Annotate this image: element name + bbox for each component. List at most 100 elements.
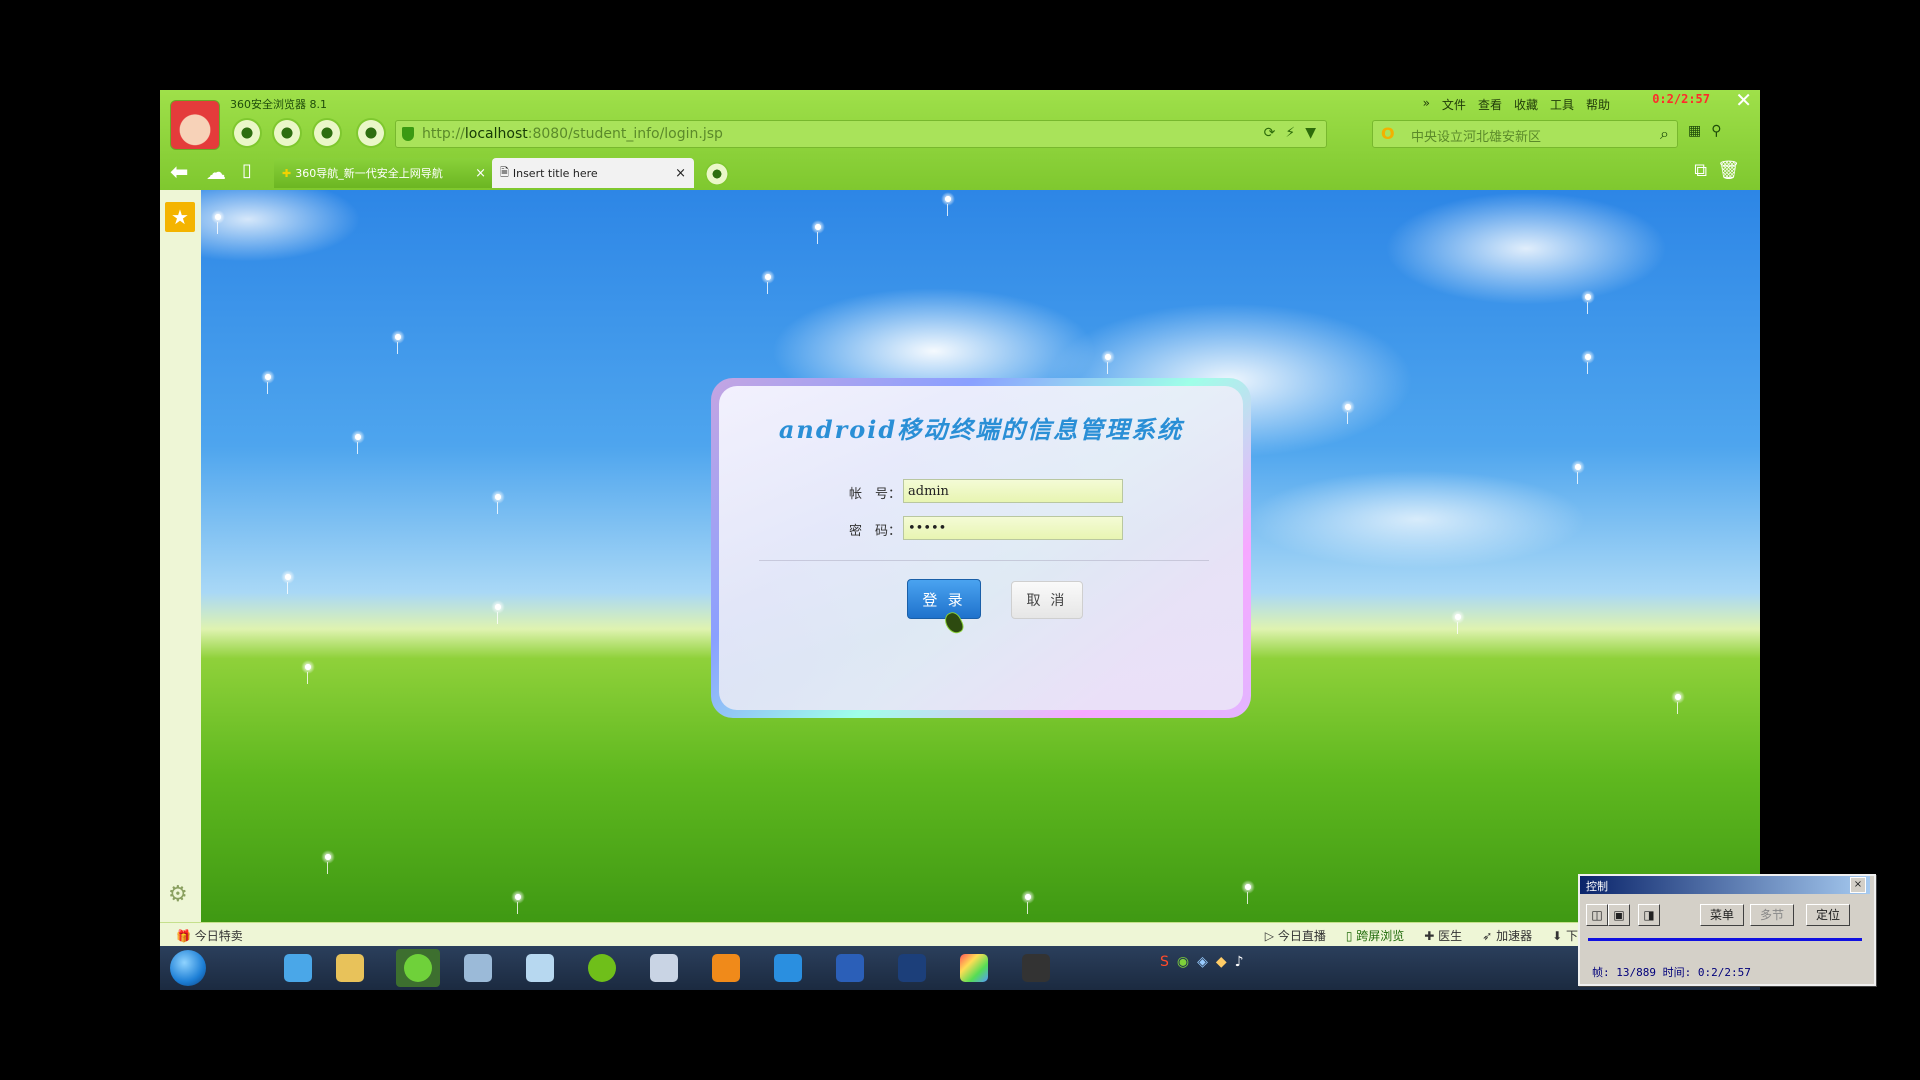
url-text[interactable]: http://localhost:8080/student_info/login… xyxy=(422,126,723,142)
user-avatar[interactable] xyxy=(170,100,220,150)
dandelion-seed xyxy=(1571,460,1585,484)
status-doctor-link[interactable]: ✚ 医生 xyxy=(1424,927,1462,944)
favorites-star-icon[interactable]: ★ xyxy=(165,202,195,232)
trash-icon[interactable]: 🗑 xyxy=(1717,160,1740,181)
cloud-icon[interactable]: ☁ xyxy=(206,160,226,184)
rocket-icon: ➶ xyxy=(1482,929,1493,943)
login-button[interactable]: 登 录 xyxy=(907,579,981,619)
prev-frame-button[interactable]: ◫ xyxy=(1586,904,1608,926)
dandelion-seed xyxy=(1581,290,1595,314)
tab-close-icon[interactable]: × xyxy=(675,166,686,181)
dropdown-arrow-icon[interactable]: ▼ xyxy=(1305,125,1316,141)
tab-row: ⬅ ☁ ▯ ✚ 360导航_新一代安全上网导航 × 🗎 Insert title… xyxy=(160,154,1760,190)
menu-favorites[interactable]: 收藏 xyxy=(1514,96,1538,113)
taskbar-app[interactable] xyxy=(890,949,934,987)
dandelion-seed xyxy=(351,430,365,454)
taskbar-app[interactable] xyxy=(580,949,624,987)
dandelion-seed xyxy=(1101,350,1115,374)
cancel-button[interactable]: 取 消 xyxy=(1011,581,1083,619)
gear-icon[interactable]: ⚙ xyxy=(168,882,188,907)
recorder-section-button[interactable]: 多节 xyxy=(1750,904,1794,926)
restore-tab-icon[interactable]: ⧉ xyxy=(1694,160,1707,181)
status-bar: 🎁 今日特卖 ▷ 今日直播 ▯ 跨屏浏览 ✚ 医生 ➶ 加速器 ⬇ 下载 xyxy=(160,922,1760,947)
taskbar-app[interactable] xyxy=(766,949,810,987)
taskbar-outlook[interactable] xyxy=(704,949,748,987)
taskbar-browser[interactable] xyxy=(396,949,440,987)
recorder-locate-button[interactable]: 定位 xyxy=(1806,904,1850,926)
taskbar-explorer[interactable] xyxy=(328,949,372,987)
taskbar-word[interactable] xyxy=(828,949,872,987)
recorder-timeline[interactable] xyxy=(1588,938,1862,941)
taskbar-app[interactable] xyxy=(642,949,686,987)
apps-grid-icon[interactable]: ▦ xyxy=(1688,123,1701,139)
dandelion-seed xyxy=(811,220,825,244)
skin-flower-icon[interactable] xyxy=(232,118,262,148)
menu-bar: » 文件 查看 收藏 工具 帮助 xyxy=(1423,96,1610,113)
toolbar-icons: ▦ ⚲ xyxy=(1688,123,1722,139)
skin-flower-icon[interactable] xyxy=(272,118,302,148)
taskbar-app[interactable] xyxy=(276,949,320,987)
back-arrow-icon[interactable]: ⬅ xyxy=(170,160,188,185)
menu-view[interactable]: 查看 xyxy=(1478,96,1502,113)
browser-titlebar: 360安全浏览器 8.1 » 文件 查看 收藏 工具 帮助 0:2/2:57 ✕… xyxy=(160,88,1760,190)
window-close-button[interactable]: ✕ xyxy=(1735,88,1752,112)
status-cross-screen-link[interactable]: ▯ 跨屏浏览 xyxy=(1346,927,1404,944)
phone-icon[interactable]: ▯ xyxy=(242,160,252,181)
daily-deals-link[interactable]: 🎁 今日特卖 xyxy=(176,927,243,944)
recorder-menu-button[interactable]: 菜单 xyxy=(1700,904,1744,926)
dandelion-seed xyxy=(511,890,525,914)
magnifier-tool-icon[interactable]: ⚲ xyxy=(1711,123,1721,139)
username-input[interactable] xyxy=(903,479,1123,503)
taskbar-app[interactable] xyxy=(456,949,500,987)
daily-deals-label: 今日特卖 xyxy=(194,929,243,943)
network-icon[interactable]: ◉ xyxy=(1177,954,1189,970)
menu-help[interactable]: 帮助 xyxy=(1586,96,1610,113)
tab-label: Insert title here xyxy=(512,166,598,180)
tab-360-nav[interactable]: ✚ 360导航_新一代安全上网导航 × xyxy=(274,158,494,188)
play-icon: ▷ xyxy=(1264,929,1274,943)
search-input[interactable]: 中央设立河北雄安新区 xyxy=(1411,126,1541,145)
menu-tools[interactable]: 工具 xyxy=(1550,96,1574,113)
search-box[interactable]: O 中央设立河北雄安新区 ⌕ xyxy=(1372,120,1678,148)
speed-mode-icon[interactable]: ⚡ xyxy=(1285,125,1295,141)
tray-icon[interactable]: ◆ xyxy=(1216,954,1227,970)
dandelion-seed xyxy=(321,850,335,874)
start-button[interactable] xyxy=(170,950,206,986)
recorder-titlebar: 控制 × xyxy=(1580,876,1870,894)
volume-icon[interactable]: ♪ xyxy=(1235,954,1244,970)
tray-icon[interactable]: ◈ xyxy=(1197,954,1208,970)
recorder-control-panel: 控制 × ◫ ▣ ◨ 菜单 多节 定位 帧: 13/889 时间: 0:2/2:… xyxy=(1578,874,1876,986)
stop-button[interactable]: ▣ xyxy=(1608,904,1630,926)
search-icon[interactable]: ⌕ xyxy=(1660,124,1669,144)
status-accelerator-link[interactable]: ➶ 加速器 xyxy=(1482,927,1532,944)
tab-insert-title[interactable]: 🗎 Insert title here × xyxy=(492,158,694,188)
gift-icon: 🎁 xyxy=(176,929,191,943)
new-tab-button[interactable] xyxy=(705,162,729,186)
username-label: 帐 号： xyxy=(849,487,902,502)
recorder-close-button[interactable]: × xyxy=(1850,877,1866,893)
tab-favicon-icon: ✚ xyxy=(282,166,292,180)
tab-close-icon[interactable]: × xyxy=(475,166,486,181)
input-method-icon[interactable]: S xyxy=(1160,954,1169,970)
page-viewport: android移动终端的信息管理系统 帐 号： 密 码： 登 录 取 消 xyxy=(201,190,1760,922)
search-engine-icon[interactable]: O xyxy=(1381,124,1395,143)
login-panel: android移动终端的信息管理系统 帐 号： 密 码： 登 录 取 消 xyxy=(719,386,1243,710)
dandelion-seed xyxy=(1581,350,1595,374)
address-bar[interactable]: http://localhost:8080/student_info/login… xyxy=(395,120,1327,148)
taskbar-app[interactable] xyxy=(518,949,562,987)
taskbar-app[interactable] xyxy=(1014,949,1058,987)
next-frame-button[interactable]: ◨ xyxy=(1638,904,1660,926)
status-live-link[interactable]: ▷ 今日直播 xyxy=(1265,927,1326,944)
menu-more-icon[interactable]: » xyxy=(1423,96,1430,113)
taskbar-app[interactable] xyxy=(952,949,996,987)
login-dialog: android移动终端的信息管理系统 帐 号： 密 码： 登 录 取 消 xyxy=(711,378,1251,718)
form-divider xyxy=(759,560,1209,561)
dandelion-seed xyxy=(281,570,295,594)
tab-favicon-icon: 🗎 xyxy=(500,165,509,179)
password-input[interactable] xyxy=(903,516,1123,540)
refresh-icon[interactable]: ⟳ xyxy=(1264,125,1276,141)
skin-flower-icon[interactable] xyxy=(356,118,386,148)
menu-file[interactable]: 文件 xyxy=(1442,96,1466,113)
skin-flower-icon[interactable] xyxy=(312,118,342,148)
dandelion-seed xyxy=(491,490,505,514)
